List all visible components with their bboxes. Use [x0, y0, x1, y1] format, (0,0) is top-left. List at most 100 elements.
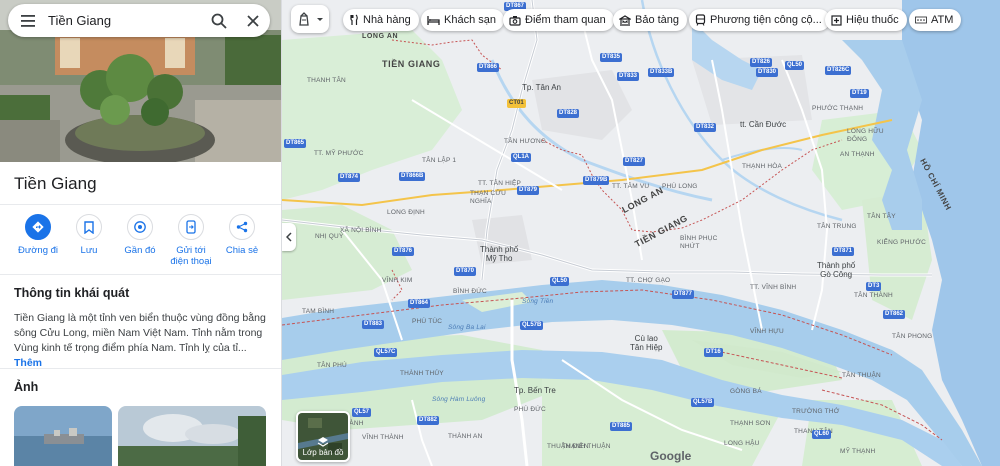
- place-label: TT. MỸ PHƯỚC: [314, 150, 364, 157]
- place-label: LONG ĐỊNH: [387, 209, 425, 216]
- place-label: TÂN LẬP 1: [422, 157, 457, 164]
- collapse-panel-button[interactable]: [282, 223, 296, 251]
- road-shield: DT3: [866, 282, 882, 291]
- google-logo-text: Google: [650, 449, 692, 463]
- road-shield: DT879B: [583, 176, 610, 185]
- road-shield: DT833: [617, 72, 640, 81]
- city-label[interactable]: tt. Cần Đước: [740, 120, 786, 129]
- river-label: Sông Ba Lai: [448, 324, 486, 331]
- place-label: THÀNH AN: [448, 433, 483, 440]
- about-heading: Thông tin khái quát: [14, 286, 130, 300]
- photo-thumbnail[interactable]: [14, 406, 112, 466]
- search-icon: [211, 13, 227, 29]
- city-label[interactable]: Tp. Tân An: [522, 83, 561, 92]
- road-shield: DT864: [408, 299, 431, 308]
- city-label[interactable]: Thành phố Mỹ Tho: [480, 245, 518, 263]
- save-label: Lưu: [80, 245, 98, 256]
- road-shield: DT826C: [825, 66, 852, 75]
- send-to-phone-label: Gửi tới điện thoại: [170, 245, 212, 267]
- hotel-icon: [427, 15, 440, 25]
- road-shield: QL60: [812, 430, 832, 439]
- road-shield: DT19: [850, 89, 869, 98]
- about-description: Tiền Giang là một tỉnh ven biển thuộc vù…: [14, 312, 266, 354]
- place-label: TÂN THÀNH: [854, 292, 893, 299]
- filter-chip-atm[interactable]: ATM: [909, 9, 962, 31]
- filter-chip-restaurants[interactable]: Nhà hàng: [343, 9, 419, 31]
- menu-button[interactable]: [8, 4, 48, 37]
- place-label: THẠNH HÒA: [742, 163, 783, 170]
- road-shield: DT877: [672, 290, 695, 299]
- chip-label: Nhà hàng: [363, 14, 411, 26]
- place-label: AN THẠNH: [840, 151, 875, 158]
- directions-button[interactable]: Đường đi: [13, 214, 63, 256]
- google-logo: Google: [650, 449, 691, 463]
- filter-chip-attractions[interactable]: Điểm tham quan: [503, 9, 614, 31]
- nearby-button[interactable]: Gần đó: [115, 214, 165, 256]
- filter-chip-hotels[interactable]: Khách sạn: [421, 9, 504, 31]
- chip-label: ATM: [931, 14, 954, 26]
- place-label: TÂN TRUNG: [817, 223, 857, 230]
- search-input[interactable]: [48, 13, 202, 28]
- road-shield: DT879: [517, 186, 540, 195]
- save-button[interactable]: Lưu: [64, 214, 114, 256]
- place-label: TÂN HƯƠNG: [504, 138, 547, 145]
- search-box: [8, 4, 270, 37]
- phone-icon: [186, 220, 196, 234]
- place-label: BÌNH PHỤC NHỨT: [680, 235, 718, 250]
- place-label: THẠNH SƠN: [730, 420, 771, 427]
- close-icon: [247, 14, 259, 27]
- filter-chip-pharmacies[interactable]: Hiệu thuốc: [825, 9, 907, 31]
- nearby-label: Gần đó: [124, 245, 156, 256]
- map-canvas[interactable]: TIỀN GIANG LONG AN LONG AN TIỀN GIANG HỒ…: [282, 0, 1000, 466]
- chip-label: Phương tiện công cộ...: [710, 14, 822, 26]
- layers-icon: [317, 437, 329, 447]
- river-label: Sông Tiền: [522, 298, 554, 305]
- city-label[interactable]: Cù lao Tân Hiệp: [630, 334, 662, 352]
- road-shield: DT865: [284, 139, 307, 148]
- place-label: PHƯỚC THẠNH: [812, 105, 864, 112]
- city-label[interactable]: Thành phố Gò Công: [817, 261, 855, 279]
- place-label: PHÚ LONG: [662, 183, 698, 190]
- action-bar: Đường đi Lưu Gần đó Gửi tới điện thoại C…: [0, 214, 281, 270]
- road-shield: QL57C: [374, 348, 398, 357]
- place-label: VĨNH THÀNH: [362, 434, 404, 441]
- save-icon-circle: [76, 214, 102, 240]
- directions-icon: [32, 221, 44, 233]
- chevron-down-icon: [317, 18, 323, 21]
- museum-icon: [619, 14, 631, 26]
- place-label: THẠN CỬU NGHĨA: [470, 190, 507, 205]
- chip-label: Điểm tham quan: [525, 14, 606, 26]
- filter-chip-transit[interactable]: Phương tiện công cộ...: [689, 9, 830, 31]
- place-label: LONG HẬU: [724, 440, 760, 447]
- divider: [0, 204, 281, 205]
- map-background: [282, 0, 1000, 466]
- road-shield: DT830: [756, 68, 779, 77]
- nearby-icon: [134, 221, 146, 233]
- place-label: NHỊ QUÝ: [315, 233, 344, 240]
- send-to-phone-button[interactable]: Gửi tới điện thoại: [166, 214, 216, 267]
- road-shield: DT870: [454, 267, 477, 276]
- hamburger-icon: [21, 14, 35, 27]
- photo-thumbnail[interactable]: [118, 406, 266, 466]
- satellite-icon: [299, 12, 309, 26]
- map-style-button[interactable]: [291, 5, 329, 33]
- place-label: THANH TÂN: [307, 77, 346, 84]
- road-shield: DT876: [392, 247, 415, 256]
- restaurant-icon: [350, 14, 358, 25]
- map-layers-button[interactable]: Lớp bản đồ: [296, 411, 350, 462]
- share-button[interactable]: Chia sẻ: [217, 214, 267, 256]
- atm-icon: [915, 16, 927, 24]
- maps-app: Tiền Giang Đường đi Lưu: [0, 0, 1000, 466]
- chevron-left-icon: [286, 232, 292, 242]
- filter-chip-museums[interactable]: Bảo tàng: [613, 9, 688, 31]
- map-layers-label: Lớp bản đồ: [302, 448, 344, 457]
- place-label: TT. CHỢ GẠO: [626, 277, 671, 284]
- clear-search-button[interactable]: [236, 4, 270, 37]
- place-title: Tiền Giang: [14, 174, 97, 193]
- place-label: PHÚ ĐỨC: [514, 406, 546, 413]
- road-shield: DT882: [417, 416, 440, 425]
- city-label[interactable]: Tp. Bến Tre: [514, 386, 556, 395]
- search-button[interactable]: [202, 4, 236, 37]
- place-label: LONG HỮU ĐÔNG: [847, 128, 884, 143]
- place-label: TÂN THUẬN: [842, 372, 881, 379]
